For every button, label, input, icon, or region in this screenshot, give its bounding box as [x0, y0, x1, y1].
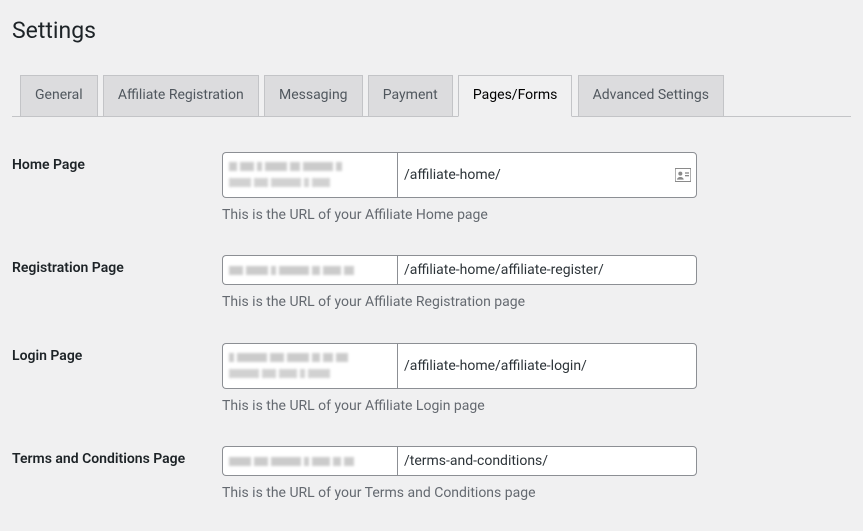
login-page-help: This is the URL of your Affiliate Login …: [222, 397, 841, 417]
tab-payment[interactable]: Payment: [368, 75, 453, 116]
registration-page-prefix: [222, 255, 397, 285]
tab-bar: General Affiliate Registration Messaging…: [12, 74, 851, 117]
form-table: Home Page: [12, 137, 851, 519]
login-page-label: Login Page: [12, 328, 222, 432]
terms-page-label: Terms and Conditions Page: [12, 431, 222, 519]
settings-page: Settings General Affiliate Registration …: [0, 0, 863, 531]
home-page-row: [222, 152, 697, 198]
home-page-help: This is the URL of your Affiliate Home p…: [222, 206, 841, 226]
home-page-input[interactable]: [397, 152, 697, 198]
tab-messaging[interactable]: Messaging: [264, 75, 363, 116]
contact-card-icon: [675, 168, 691, 182]
home-page-label: Home Page: [12, 137, 222, 241]
registration-page-row: [222, 255, 697, 285]
login-page-input[interactable]: [397, 343, 697, 389]
terms-page-prefix: [222, 446, 397, 476]
terms-page-help: This is the URL of your Terms and Condit…: [222, 484, 841, 504]
registration-page-input[interactable]: [397, 255, 697, 285]
terms-page-input[interactable]: [397, 446, 697, 476]
tab-advanced-settings[interactable]: Advanced Settings: [578, 75, 724, 116]
registration-page-label: Registration Page: [12, 240, 222, 328]
tab-pages-forms[interactable]: Pages/Forms: [458, 75, 573, 117]
tab-general[interactable]: General: [20, 75, 98, 116]
page-title: Settings: [12, 8, 851, 50]
tab-affiliate-registration[interactable]: Affiliate Registration: [103, 75, 259, 116]
terms-page-row: [222, 446, 697, 476]
registration-page-help: This is the URL of your Affiliate Regist…: [222, 293, 841, 313]
login-page-row: [222, 343, 697, 389]
home-page-prefix: [222, 152, 397, 198]
login-page-prefix: [222, 343, 397, 389]
